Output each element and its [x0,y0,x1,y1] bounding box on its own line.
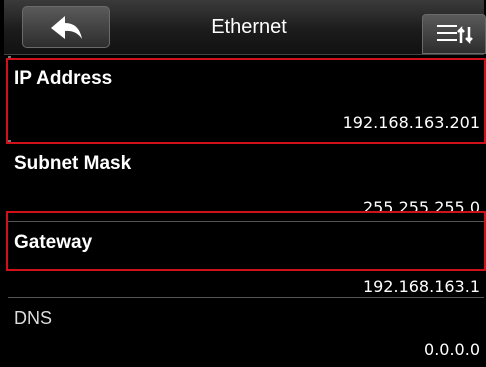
back-arrow-icon [51,16,82,39]
sort-list-icon [437,25,473,45]
setting-label: Subnet Mask [14,153,132,174]
device-display: Ethernet IP Address 192.168.163.201 Subn… [0,0,486,367]
header-bar: Ethernet [4,0,486,55]
setting-value: 192.168.163.1 [362,277,480,296]
setting-value: 192.168.163.201 [342,113,480,132]
setting-label: IP Address [14,68,113,89]
setting-row-dns[interactable]: DNS 0.0.0.0 [8,298,482,367]
sort-button[interactable] [422,14,486,54]
setting-label: Gateway [14,232,93,253]
page-title: Ethernet [211,16,287,38]
setting-row-gateway[interactable]: Gateway 192.168.163.1 [8,222,482,304]
setting-value: 255.255.255.0 [362,198,480,217]
setting-label: DNS [14,308,53,328]
setting-value: 0.0.0.0 [424,340,480,359]
back-button[interactable] [22,6,110,48]
setting-row-ip-address[interactable]: IP Address 192.168.163.201 [8,58,482,140]
screen: Ethernet IP Address 192.168.163.201 Subn… [0,0,486,367]
setting-row-subnet-mask[interactable]: Subnet Mask 255.255.255.0 [8,143,482,225]
